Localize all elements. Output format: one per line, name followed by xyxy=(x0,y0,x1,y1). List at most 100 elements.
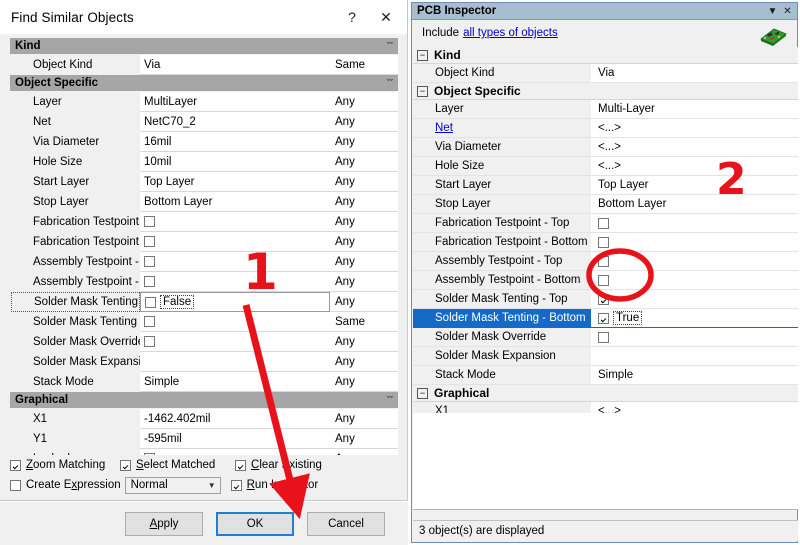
inspector-value[interactable]: Top Layer xyxy=(591,176,798,194)
collapse-expander-icon[interactable]: − xyxy=(417,387,428,399)
collapse-expander-icon[interactable]: − xyxy=(417,85,428,97)
inspector-row[interactable]: Assembly Testpoint - Top xyxy=(413,252,798,271)
criteria-value[interactable] xyxy=(140,212,330,232)
criteria-row[interactable]: Stop Layer Bottom Layer Any xyxy=(10,192,398,212)
criteria-value[interactable]: False xyxy=(140,292,330,312)
value-checkbox[interactable] xyxy=(598,312,609,324)
inspector-value[interactable] xyxy=(591,252,798,270)
inspector-row[interactable]: Fabrication Testpoint - Top xyxy=(413,214,798,233)
inspector-row[interactable]: Stack Mode Simple xyxy=(413,366,798,385)
criteria-value[interactable]: -595mil xyxy=(140,429,330,449)
inspector-row[interactable]: Solder Mask Expansion xyxy=(413,347,798,366)
match-mode-select[interactable]: Normal ▼ xyxy=(124,476,221,494)
inspector-value[interactable]: Bottom Layer xyxy=(591,195,798,213)
match-mode-cell[interactable]: Any xyxy=(330,409,398,429)
match-mode-cell[interactable]: Any xyxy=(330,332,398,352)
value-checkbox[interactable] xyxy=(144,256,155,267)
inspector-value[interactable] xyxy=(591,233,798,251)
criteria-value[interactable] xyxy=(140,272,330,292)
inspector-row[interactable]: Solder Mask Tenting - Top xyxy=(413,290,798,309)
criteria-value[interactable] xyxy=(140,352,330,372)
match-mode-cell[interactable]: Any xyxy=(330,172,398,192)
inspector-value[interactable]: <...> xyxy=(591,157,798,175)
value-checkbox[interactable] xyxy=(598,217,609,229)
value-checkbox[interactable] xyxy=(598,236,609,248)
inspector-value[interactable]: Simple xyxy=(591,366,798,384)
help-icon[interactable]: ? xyxy=(335,3,369,31)
criteria-row[interactable]: Y1 -595mil Any xyxy=(10,429,398,449)
criteria-row[interactable]: Solder Mask Tenting - T False Any xyxy=(10,292,398,312)
close-icon[interactable]: ✕ xyxy=(780,6,795,17)
match-mode-cell[interactable]: Same xyxy=(330,55,398,75)
match-mode-cell[interactable]: Same xyxy=(330,312,398,332)
criteria-row[interactable]: Assembly Testpoint - Bot Any xyxy=(10,272,398,292)
inspector-row[interactable]: Assembly Testpoint - Bottom xyxy=(413,271,798,290)
value-checkbox[interactable] xyxy=(144,276,155,287)
inspector-row[interactable]: Stop Layer Bottom Layer xyxy=(413,195,798,214)
match-mode-cell[interactable]: Any xyxy=(330,112,398,132)
criteria-value[interactable]: Top Layer xyxy=(140,172,330,192)
match-mode-cell[interactable]: Any xyxy=(330,152,398,172)
criteria-row[interactable]: X1 -1462.402mil Any xyxy=(10,409,398,429)
criteria-value[interactable]: 10mil xyxy=(140,152,330,172)
match-mode-cell[interactable]: Any xyxy=(330,192,398,212)
criteria-value[interactable]: Simple xyxy=(140,372,330,392)
create-expression-checkbox[interactable]: Create Expression xyxy=(10,479,121,491)
criteria-value[interactable] xyxy=(140,312,330,332)
criteria-row[interactable]: Start Layer Top Layer Any xyxy=(10,172,398,192)
zoom-matching-checkbox[interactable]: Zoom Matching xyxy=(10,459,120,471)
inspector-row[interactable]: Start Layer Top Layer xyxy=(413,176,798,195)
criteria-row[interactable]: Net NetC70_2 Any xyxy=(10,112,398,132)
inspector-row[interactable]: Fabrication Testpoint - Bottom xyxy=(413,233,798,252)
value-checkbox[interactable] xyxy=(145,296,156,308)
inspector-value[interactable]: <...> xyxy=(591,119,798,137)
value-checkbox[interactable] xyxy=(144,316,155,327)
value-checkbox[interactable] xyxy=(144,336,155,347)
match-mode-cell[interactable]: Any xyxy=(330,232,398,252)
match-mode-cell[interactable]: Any xyxy=(330,132,398,152)
inspector-value[interactable]: Via xyxy=(591,64,798,82)
value-checkbox[interactable] xyxy=(144,236,155,247)
criteria-value[interactable]: 16mil xyxy=(140,132,330,152)
value-checkbox[interactable] xyxy=(598,255,609,267)
match-mode-cell[interactable]: Any xyxy=(330,352,398,372)
match-mode-cell[interactable]: Any xyxy=(330,429,398,449)
criteria-row[interactable]: Object Kind Via Same xyxy=(10,55,398,75)
criteria-value[interactable]: Bottom Layer xyxy=(140,192,330,212)
apply-button[interactable]: Apply xyxy=(125,511,203,536)
section-header[interactable]: − Kind xyxy=(413,47,798,64)
inspector-label-text[interactable]: Net xyxy=(435,122,453,134)
include-types-link[interactable]: all types of objects xyxy=(463,27,558,39)
inspector-value[interactable]: True xyxy=(591,309,798,327)
criteria-value[interactable]: MultiLayer xyxy=(140,92,330,112)
criteria-row[interactable]: Hole Size 10mil Any xyxy=(10,152,398,172)
criteria-value[interactable]: Via xyxy=(140,55,330,75)
inspector-row[interactable]: Object Kind Via xyxy=(413,64,798,83)
inspector-row[interactable]: Solder Mask Tenting - Bottom True xyxy=(413,309,798,328)
section-header[interactable]: Kind ˇˇ xyxy=(10,38,398,55)
value-checkbox[interactable] xyxy=(598,331,609,343)
criteria-row[interactable]: Assembly Testpoint - Top Any xyxy=(10,252,398,272)
section-header[interactable]: − Graphical xyxy=(413,385,798,402)
inspector-row[interactable]: Via Diameter <...> xyxy=(413,138,798,157)
criteria-value[interactable] xyxy=(140,252,330,272)
ok-button[interactable]: OK xyxy=(216,511,294,536)
match-mode-cell[interactable]: Any xyxy=(330,372,398,392)
value-checkbox[interactable] xyxy=(598,274,609,286)
criteria-row[interactable]: Solder Mask Tenting - B Same xyxy=(10,312,398,332)
match-mode-cell[interactable]: Any xyxy=(330,272,398,292)
inspector-row[interactable]: Net <...> xyxy=(413,119,798,138)
value-checkbox[interactable] xyxy=(144,216,155,227)
criteria-row[interactable]: Solder Mask Override Any xyxy=(10,332,398,352)
inspector-value[interactable]: Multi-Layer xyxy=(591,100,798,118)
criteria-row[interactable]: Fabrication Testpoint - B Any xyxy=(10,232,398,252)
section-header[interactable]: Object Specific ˇˇ xyxy=(10,75,398,92)
select-matched-checkbox[interactable]: Select Matched xyxy=(120,459,235,471)
inspector-row[interactable]: Hole Size <...> xyxy=(413,157,798,176)
cancel-button[interactable]: Cancel xyxy=(307,511,385,536)
inspector-value[interactable] xyxy=(591,271,798,289)
criteria-value[interactable] xyxy=(140,232,330,252)
inspector-value[interactable] xyxy=(591,328,798,346)
match-mode-cell[interactable]: Any xyxy=(330,92,398,112)
close-icon[interactable]: ✕ xyxy=(369,3,403,31)
